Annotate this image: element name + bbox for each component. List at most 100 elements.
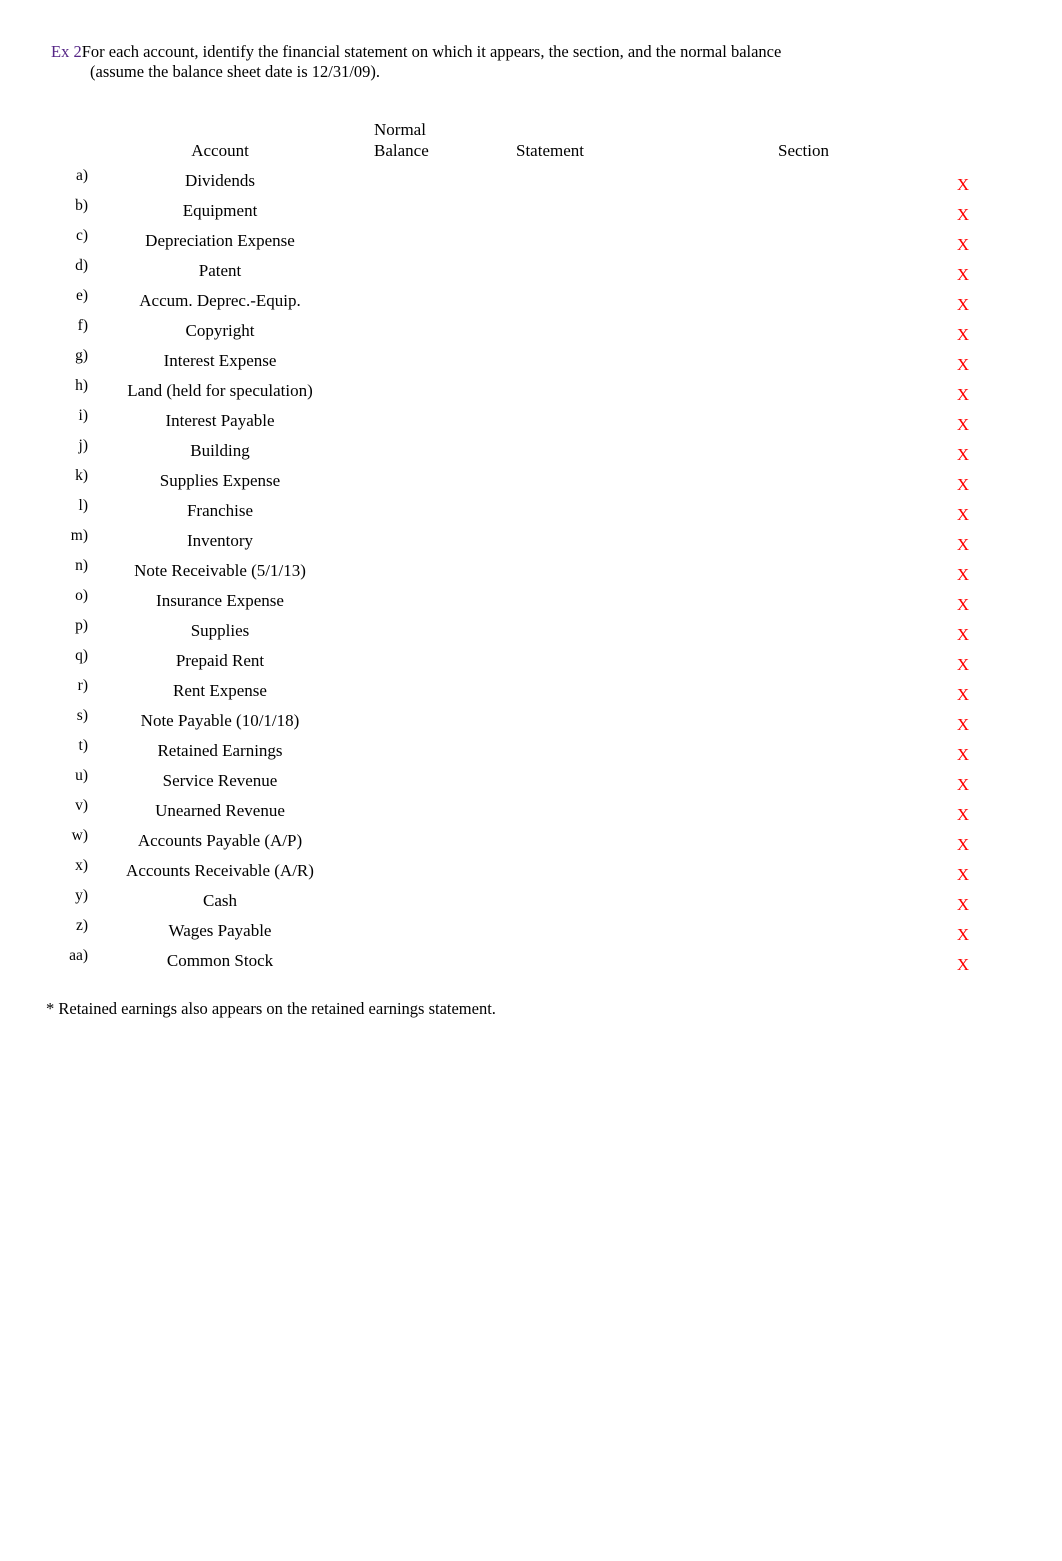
account-name-cell: Interest Payable — [165, 411, 275, 430]
row-letter-label: e) — [75, 287, 88, 304]
table-row: d) Patent X — [0, 255, 1062, 285]
row-letter-label: b) — [75, 197, 88, 214]
row-letter-label: c) — [75, 227, 88, 244]
row-letter-label: k) — [75, 467, 88, 484]
account-name-cell: Supplies — [190, 621, 250, 640]
row-mark-x: X — [956, 505, 970, 524]
table-row: p) Supplies X — [0, 615, 1062, 645]
row-letter-label: v) — [75, 797, 88, 814]
exercise-prompt-text: For each account, identify the financial… — [81, 42, 782, 61]
account-name-cell: Inventory — [186, 531, 254, 550]
table-row: e) Accum. Deprec.-Equip. X — [0, 285, 1062, 315]
table-row: c) Depreciation Expense X — [0, 225, 1062, 255]
exercise-prompt: Ex 2For each account, identify the finan… — [51, 42, 1011, 82]
row-letter-label: d) — [75, 257, 88, 274]
table-row: i) Interest Payable X — [0, 405, 1062, 435]
account-name-cell: Service Revenue — [162, 771, 278, 790]
row-mark-x: X — [956, 745, 970, 764]
account-name-cell: Accounts Receivable (A/R) — [126, 861, 314, 880]
row-letter-label: p) — [75, 617, 88, 634]
table-row: x) Accounts Receivable (A/R) X — [0, 855, 1062, 885]
row-letter-label: w) — [71, 827, 88, 844]
exercise-number-label: Ex 2 — [51, 42, 82, 61]
exercise-prompt-line-2: (assume the balance sheet date is 12/31/… — [90, 62, 381, 81]
account-name-cell: Supplies Expense — [159, 471, 281, 490]
footnote: * Retained earnings also appears on the … — [46, 999, 496, 1018]
account-name-cell: Equipment — [182, 201, 258, 220]
table-header-row: Account Normal Balance Statement Section — [0, 118, 1062, 164]
account-name-cell: Franchise — [186, 501, 254, 520]
account-list: a) Dividends Xb) Equipment Xc) Depreciation E… — [0, 165, 1062, 975]
row-letter-label: q) — [75, 647, 88, 664]
table-row: h) Land (held for speculation) X — [0, 375, 1062, 405]
row-mark-x: X — [956, 175, 970, 194]
row-letter-label: i) — [78, 407, 88, 424]
account-name-cell: Building — [190, 441, 250, 460]
account-name-cell: Prepaid Rent — [175, 651, 265, 670]
row-mark-x: X — [956, 715, 970, 734]
account-name-cell: Retained Earnings — [157, 741, 283, 760]
row-mark-x: X — [956, 355, 970, 374]
table-row: q) Prepaid Rent X — [0, 645, 1062, 675]
table-row: w) Accounts Payable (A/P) X — [0, 825, 1062, 855]
account-name-cell: Land (held for speculation) — [127, 381, 313, 400]
account-name-cell: Wages Payable — [168, 921, 272, 940]
table-row: n) Note Receivable (5/1/13) X — [0, 555, 1062, 585]
row-letter-label: l) — [78, 497, 88, 514]
row-letter-label: o) — [75, 587, 88, 604]
table-row: f) Copyright X — [0, 315, 1062, 345]
row-mark-x: X — [956, 925, 970, 944]
row-mark-x: X — [956, 655, 970, 674]
table-row: z) Wages Payable X — [0, 915, 1062, 945]
row-mark-x: X — [956, 565, 970, 584]
account-name-cell: Accum. Deprec.-Equip. — [139, 291, 301, 310]
account-name-cell: Insurance Expense — [156, 591, 284, 610]
row-mark-x: X — [956, 265, 970, 284]
row-letter-label: f) — [77, 317, 88, 334]
account-name-cell: Depreciation Expense — [145, 231, 295, 250]
row-letter-label: n) — [75, 557, 88, 574]
row-letter-label: m) — [70, 527, 88, 544]
row-mark-x: X — [956, 955, 970, 974]
table-row: j) Building X — [0, 435, 1062, 465]
row-mark-x: X — [956, 685, 970, 704]
account-name-cell: Unearned Revenue — [155, 801, 285, 820]
row-mark-x: X — [956, 415, 970, 434]
row-mark-x: X — [956, 595, 970, 614]
row-letter-label: y) — [75, 887, 88, 904]
row-letter-label: a) — [75, 167, 88, 184]
row-mark-x: X — [956, 475, 970, 494]
table-row: k) Supplies Expense X — [0, 465, 1062, 495]
row-mark-x: X — [956, 535, 970, 554]
table-row: a) Dividends X — [0, 165, 1062, 195]
row-letter-label: r) — [77, 677, 88, 694]
column-header-statement: Statement — [516, 141, 584, 160]
column-header-section: Section — [778, 141, 829, 160]
table-row: u) Service Revenue X — [0, 765, 1062, 795]
account-name-cell: Copyright — [185, 321, 255, 340]
table-row: aa) Common Stock X — [0, 945, 1062, 975]
table-row: r) Rent Expense X — [0, 675, 1062, 705]
account-name-cell: Cash — [203, 891, 237, 910]
row-letter-label: u) — [75, 767, 88, 784]
table-row: v) Unearned Revenue X — [0, 795, 1062, 825]
row-mark-x: X — [956, 805, 970, 824]
table-row: t) Retained Earnings X — [0, 735, 1062, 765]
row-mark-x: X — [956, 445, 970, 464]
table-row: l) Franchise X — [0, 495, 1062, 525]
row-mark-x: X — [956, 775, 970, 794]
row-mark-x: X — [956, 865, 970, 884]
row-mark-x: X — [956, 205, 970, 224]
table-row: o) Insurance Expense X — [0, 585, 1062, 615]
row-mark-x: X — [956, 295, 970, 314]
row-mark-x: X — [956, 235, 970, 254]
account-name-cell: Note Payable (10/1/18) — [140, 711, 300, 730]
row-mark-x: X — [956, 625, 970, 644]
account-name-cell: Dividends — [185, 171, 255, 190]
row-letter-label: x) — [75, 857, 88, 874]
table-row: m) Inventory X — [0, 525, 1062, 555]
row-mark-x: X — [956, 835, 970, 854]
column-header-normal-balance-line-2: Balance — [374, 141, 429, 160]
account-name-cell: Patent — [198, 261, 242, 280]
table-row: s) Note Payable (10/1/18) X — [0, 705, 1062, 735]
